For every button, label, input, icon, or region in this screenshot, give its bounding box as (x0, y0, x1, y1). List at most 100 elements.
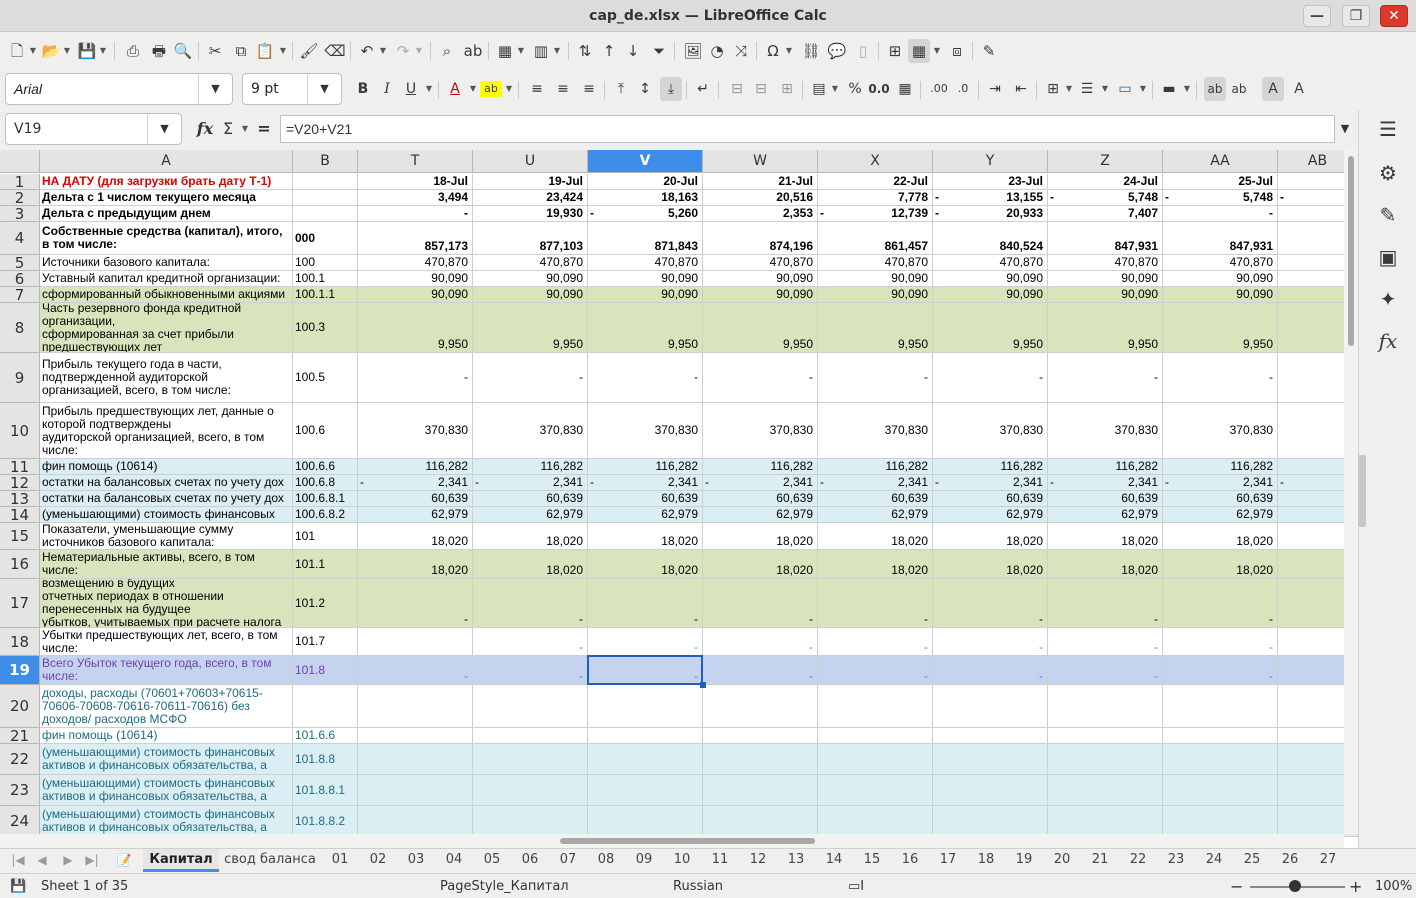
row-label-cell[interactable]: Собственные средства (капитал), итого, в… (40, 222, 293, 255)
value-cell[interactable]: 18,020 (588, 550, 703, 579)
value-cell[interactable]: 90,090 (1163, 271, 1278, 287)
value-cell[interactable]: 470,870 (933, 255, 1048, 271)
row-icon[interactable]: ▦ (494, 39, 516, 63)
last-sheet-icon[interactable]: ▶| (80, 849, 104, 871)
value-cell[interactable]: 90,090 (818, 287, 933, 303)
row-label-cell[interactable]: остатки на балансовых счетах по учету до… (40, 491, 293, 507)
value-cell[interactable]: 18,020 (1163, 550, 1278, 579)
column-header-w[interactable]: W (703, 150, 818, 173)
styles-icon[interactable]: ✎ (1375, 202, 1401, 228)
conditional-dropdown-icon[interactable]: ▼ (1182, 77, 1192, 101)
clone-formatting-icon[interactable]: 🖌 (298, 39, 320, 63)
value-cell[interactable]: 18,020 (473, 550, 588, 579)
value-cell[interactable]: 62,979 (358, 507, 473, 523)
value-cell[interactable] (818, 775, 933, 806)
value-cell[interactable]: - (358, 579, 473, 628)
value-cell[interactable]: - (818, 353, 933, 403)
value-cell[interactable]: 470,870 (703, 255, 818, 271)
chevron-down-icon[interactable]: ▼ (147, 114, 181, 144)
value-cell[interactable] (358, 775, 473, 806)
value-cell[interactable]: 18,163 (588, 190, 703, 206)
row-code-cell[interactable]: 100.6.6 (293, 459, 358, 475)
borders-dropdown-icon[interactable]: ▼ (1064, 77, 1074, 101)
value-cell[interactable]: - (818, 656, 933, 685)
value-cell[interactable]: 90,090 (473, 271, 588, 287)
pivot-table-icon[interactable]: ⤨ (730, 39, 752, 63)
value-cell[interactable]: - (703, 353, 818, 403)
text-left-to-right-icon[interactable]: ab (1204, 77, 1226, 101)
border-style-dropdown-icon[interactable]: ▼ (1100, 77, 1110, 101)
value-cell[interactable]: 24-Jul (1048, 174, 1163, 190)
row-code-cell[interactable]: 101.1 (293, 550, 358, 579)
value-cell[interactable] (473, 806, 588, 837)
sheet-tab[interactable]: свод баланса (222, 849, 318, 872)
value-cell[interactable]: 23,424 (473, 190, 588, 206)
value-cell[interactable]: - 12,739 (818, 206, 933, 222)
value-cell[interactable] (358, 744, 473, 775)
value-cell[interactable] (703, 685, 818, 728)
value-cell[interactable]: 18,020 (1048, 550, 1163, 579)
value-cell[interactable]: 18,020 (1048, 523, 1163, 550)
close-button[interactable]: ✕ (1380, 5, 1408, 27)
row-header[interactable]: 24 (0, 806, 40, 837)
print-preview-icon[interactable]: 🔍 (172, 39, 194, 63)
row-label-cell[interactable]: Прибыль текущего года в части, подтвержд… (40, 353, 293, 403)
spelling-icon[interactable]: ab (462, 39, 484, 63)
merge-cells-icon[interactable]: ⊟ (750, 77, 772, 101)
value-cell[interactable]: 370,830 (933, 403, 1048, 459)
row-label-cell[interactable]: (уменьшающими) стоимость финансовых акти… (40, 775, 293, 806)
value-cell[interactable] (588, 685, 703, 728)
value-cell[interactable]: 18-Jul (358, 174, 473, 190)
paste-icon[interactable]: 📋 (254, 39, 276, 63)
value-cell[interactable]: 90,090 (473, 287, 588, 303)
value-cell[interactable] (358, 806, 473, 837)
sheet-tab[interactable]: 12 (740, 849, 776, 872)
value-cell[interactable] (933, 685, 1048, 728)
number-format-dropdown-icon[interactable]: ▼ (830, 77, 840, 101)
value-cell[interactable]: 23-Jul (933, 174, 1048, 190)
align-right-icon[interactable]: ≡ (578, 77, 600, 101)
value-cell[interactable]: 9,950 (473, 303, 588, 353)
text-horizontal-icon[interactable]: A (1262, 77, 1284, 101)
conditional-format-icon[interactable]: ▬ (1158, 77, 1180, 101)
undo-icon[interactable]: ↶ (356, 39, 378, 63)
row-header[interactable]: 3 (0, 205, 40, 223)
functions-icon[interactable]: fx (1375, 328, 1401, 354)
value-cell[interactable]: 90,090 (358, 287, 473, 303)
clear-formatting-icon[interactable]: ⌫ (324, 39, 346, 63)
zoom-out-button[interactable]: − (1230, 874, 1243, 898)
value-cell[interactable]: 19,930 (473, 206, 588, 222)
sheet-tab[interactable]: 04 (436, 849, 472, 872)
value-cell[interactable]: 90,090 (358, 271, 473, 287)
value-cell[interactable]: - (1163, 206, 1278, 222)
sidebar-menu-icon[interactable]: ☰ (1375, 116, 1401, 142)
value-cell[interactable] (1163, 685, 1278, 728)
properties-icon[interactable]: ⚙ (1375, 160, 1401, 186)
row-label-cell[interactable]: (уменьшающими) стоимость финансовых акти… (40, 744, 293, 775)
navigator-icon[interactable]: ✦ (1375, 286, 1401, 312)
value-cell[interactable]: 22-Jul (818, 174, 933, 190)
sheet-tab[interactable]: 03 (398, 849, 434, 872)
value-cell[interactable] (1163, 744, 1278, 775)
merge-center-icon[interactable]: ⊟ (726, 77, 748, 101)
delete-decimal-icon[interactable]: .0 (952, 77, 974, 101)
horizontal-scrollbar[interactable] (0, 834, 1344, 848)
value-cell[interactable] (473, 744, 588, 775)
value-cell[interactable] (473, 685, 588, 728)
value-cell[interactable] (933, 806, 1048, 837)
value-cell[interactable] (933, 728, 1048, 744)
value-cell[interactable]: 9,950 (818, 303, 933, 353)
value-cell[interactable]: - (1048, 353, 1163, 403)
value-cell[interactable]: 90,090 (588, 271, 703, 287)
value-cell[interactable] (1163, 775, 1278, 806)
value-cell[interactable]: - (1048, 579, 1163, 628)
percent-icon[interactable]: % (844, 77, 866, 101)
value-cell[interactable]: 116,282 (1163, 459, 1278, 475)
chevron-down-icon[interactable]: ▼ (198, 74, 232, 104)
value-cell[interactable]: 18,020 (818, 550, 933, 579)
find-replace-icon[interactable]: ⌕ (436, 39, 458, 63)
column-header-b[interactable]: B (293, 150, 358, 173)
value-cell[interactable]: 840,524 (933, 222, 1048, 255)
row-header[interactable]: 21 (0, 727, 40, 745)
value-cell[interactable]: 90,090 (1048, 271, 1163, 287)
